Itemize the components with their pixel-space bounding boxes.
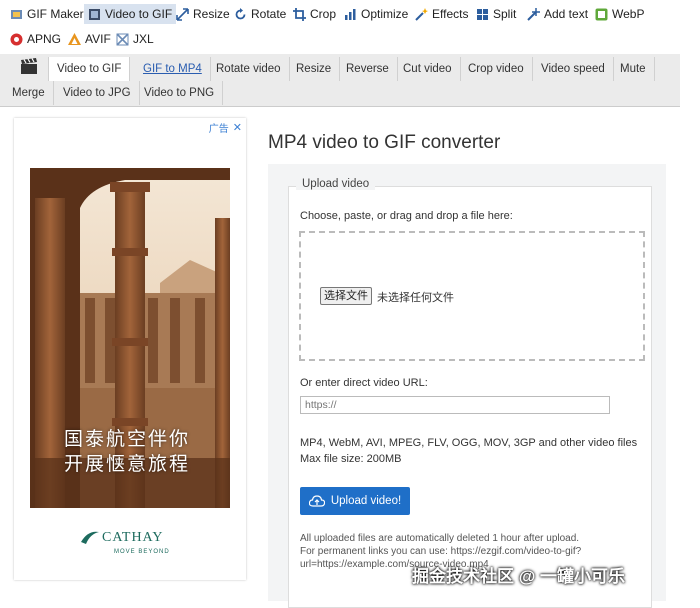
subtab-video-speed[interactable]: Video speed [533, 57, 614, 81]
subtab-crop-video[interactable]: Crop video [460, 57, 533, 81]
nav-label: APNG [27, 32, 62, 46]
ad-label[interactable]: 广告 ✕ [209, 120, 242, 135]
add-text-icon [527, 7, 540, 21]
gif-maker-icon [10, 8, 23, 21]
apng-icon [10, 33, 23, 46]
ad-label-text: 广告 [208, 124, 229, 135]
subtab-rotate-video[interactable]: Rotate video [208, 57, 290, 81]
subtab-video-to-gif[interactable]: Video to GIF [48, 57, 131, 81]
nav-label: Video to GIF [105, 7, 173, 21]
subtab-video-to-png[interactable]: Video to PNG [136, 81, 224, 105]
split-icon [476, 8, 489, 21]
video-tools-subnav: Video to GIF GIF to MP4 Rotate video Res… [0, 54, 680, 107]
resize-icon [176, 7, 189, 21]
watermark: 掘金技术社区 @ 一罐小可乐 [412, 567, 626, 586]
nav-label: Add text [544, 7, 589, 21]
upload-video-button[interactable]: Upload video! [300, 487, 410, 515]
webp-icon [595, 8, 608, 21]
page-title: MP4 video to GIF converter [268, 132, 501, 153]
nav-rotate[interactable]: Rotate [234, 4, 286, 24]
nav-label: AVIF [85, 32, 111, 46]
nav-label: JXL [133, 32, 154, 46]
max-file-size: Max file size: 200MB [300, 453, 402, 465]
nav-apng[interactable]: APNG [10, 29, 61, 49]
jxl-icon [116, 32, 129, 46]
nav-resize[interactable]: Resize [176, 4, 230, 24]
subtab-merge[interactable]: Merge [4, 81, 54, 105]
nav-label: Split [493, 7, 517, 21]
nav-optimize[interactable]: Optimize [344, 4, 408, 24]
nav-label: GIF Maker [27, 7, 84, 21]
nav-label: Rotate [251, 7, 287, 21]
nav-webp[interactable]: WebP [595, 4, 644, 24]
supported-formats: MP4, WebM, AVI, MPEG, FLV, OGG, MOV, 3GP… [300, 437, 638, 449]
nav-video-to-gif[interactable]: Video to GIF [84, 4, 177, 24]
ad-headline-line2: 开展惬意旅程 [64, 454, 191, 475]
nav-add-text[interactable]: Add text [527, 4, 588, 24]
close-icon[interactable]: ✕ [233, 121, 242, 134]
subtab-mute[interactable]: Mute [612, 57, 655, 81]
choose-file-button[interactable]: 选择文件 [320, 287, 372, 305]
effects-icon [415, 7, 428, 21]
video-icon [88, 8, 101, 21]
ad-brand: CATHAY [102, 530, 164, 545]
nav-label: Effects [432, 7, 469, 21]
video-url-input[interactable] [300, 396, 610, 414]
cathay-logo-icon [80, 528, 100, 549]
rotate-icon [234, 7, 247, 21]
upload-legend: Upload video [296, 178, 376, 190]
subtab-reverse[interactable]: Reverse [338, 57, 398, 81]
subtab-gif-to-mp4[interactable]: GIF to MP4 [135, 57, 211, 81]
nav-crop[interactable]: Crop [293, 4, 336, 24]
file-status: 未选择任何文件 [377, 292, 454, 304]
avif-icon [68, 32, 81, 46]
nav-effects[interactable]: Effects [415, 4, 468, 24]
nav-label: WebP [612, 7, 645, 21]
subtab-cut-video[interactable]: Cut video [395, 57, 461, 81]
nav-label: Resize [193, 7, 230, 21]
crop-icon [293, 7, 306, 21]
url-label: Or enter direct video URL: [300, 377, 428, 389]
choose-file-label: Choose, paste, or drag and drop a file h… [300, 210, 513, 222]
nav-label: Optimize [361, 7, 409, 21]
subtab-video-to-jpg[interactable]: Video to JPG [55, 81, 140, 105]
nav-gif-maker[interactable]: GIF Maker [10, 4, 84, 24]
subtab-resize[interactable]: Resize [288, 57, 341, 81]
advertisement[interactable]: 广告 ✕ 国泰航空伴你 开展惬意旅程 CATHAY MOVE BEYOND [14, 118, 246, 580]
permanent-link-note: For permanent links you can use: https:/… [300, 546, 582, 557]
cloud-upload-icon [308, 495, 325, 507]
ad-tagline: MOVE BEYOND [114, 549, 170, 555]
nav-jxl[interactable]: JXL [116, 29, 154, 49]
optimize-icon [344, 8, 357, 21]
top-navigation: GIF Maker Video to GIF Resize Rotate Cro… [0, 0, 700, 52]
clapperboard-icon [20, 58, 38, 78]
nav-split[interactable]: Split [476, 4, 516, 24]
ad-headline-line1: 国泰航空伴你 [64, 429, 191, 450]
nav-label: Crop [310, 7, 337, 21]
auto-delete-note: All uploaded files are automatically del… [300, 533, 580, 544]
nav-avif[interactable]: AVIF [68, 29, 111, 49]
upload-button-label: Upload video! [330, 495, 402, 507]
